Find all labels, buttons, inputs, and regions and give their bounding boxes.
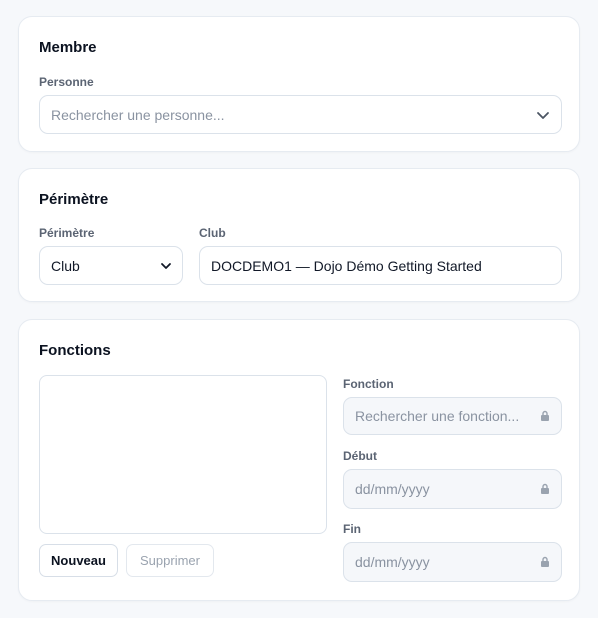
lock-icon bbox=[539, 483, 551, 495]
perimetre-select[interactable]: Club bbox=[39, 246, 183, 285]
fin-placeholder: dd/mm/yyyy bbox=[355, 554, 430, 570]
role-form: Membre Personne Rechercher une personne.… bbox=[0, 0, 598, 618]
membre-card: Membre Personne Rechercher une personne.… bbox=[18, 16, 580, 152]
debut-date-input[interactable]: dd/mm/yyyy bbox=[343, 469, 562, 509]
fin-date-input[interactable]: dd/mm/yyyy bbox=[343, 542, 562, 582]
perimetre-label: Périmètre bbox=[39, 226, 95, 240]
chevron-down-icon bbox=[160, 260, 172, 272]
nouveau-button[interactable]: Nouveau bbox=[39, 544, 118, 577]
personne-select[interactable]: Rechercher une personne... bbox=[39, 95, 562, 134]
perimetre-value: Club bbox=[51, 257, 80, 274]
chevron-down-icon bbox=[535, 107, 551, 123]
lock-icon bbox=[539, 556, 551, 568]
fonctions-list[interactable] bbox=[39, 375, 327, 534]
debut-label: Début bbox=[343, 449, 377, 463]
supprimer-button[interactable]: Supprimer bbox=[126, 544, 214, 577]
club-input[interactable]: DOCDEMO1 — Dojo Démo Getting Started bbox=[199, 246, 562, 285]
perimetre-card: Périmètre Périmètre Club Club DOCDEMO1 —… bbox=[18, 168, 580, 302]
debut-placeholder: dd/mm/yyyy bbox=[355, 481, 430, 497]
personne-placeholder: Rechercher une personne... bbox=[51, 106, 225, 123]
fonction-label: Fonction bbox=[343, 377, 394, 391]
fonctions-card: Fonctions Nouveau Supprimer Fonction Rec… bbox=[18, 319, 580, 601]
fonction-placeholder: Rechercher une fonction... bbox=[355, 408, 520, 424]
fin-label: Fin bbox=[343, 522, 361, 536]
lock-icon bbox=[539, 410, 551, 422]
fonctions-title: Fonctions bbox=[39, 342, 111, 359]
club-label: Club bbox=[199, 226, 226, 240]
perimetre-title: Périmètre bbox=[39, 191, 109, 208]
membre-title: Membre bbox=[39, 39, 97, 56]
fonction-input[interactable]: Rechercher une fonction... bbox=[343, 397, 562, 435]
club-value: DOCDEMO1 — Dojo Démo Getting Started bbox=[211, 257, 482, 274]
personne-label: Personne bbox=[39, 75, 94, 89]
